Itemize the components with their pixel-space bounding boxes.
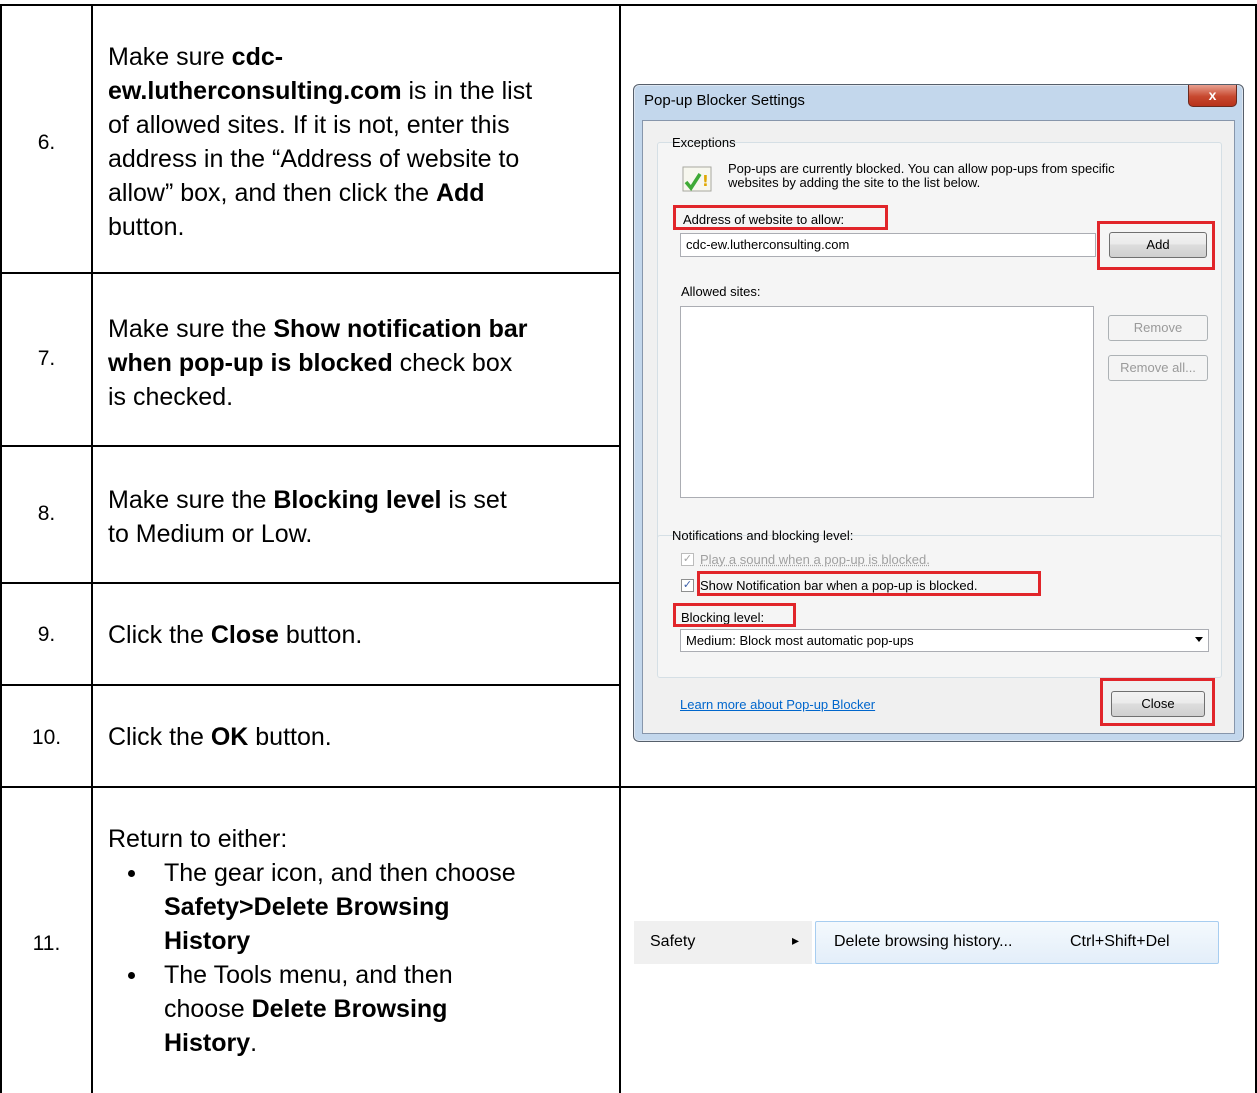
close-icon[interactable]: x [1188, 85, 1237, 107]
show-bar-checkbox[interactable]: ✓ [681, 579, 694, 592]
list-item: The gear icon, and then choose Safety>De… [128, 856, 516, 958]
info-line: websites by adding the site to the list … [728, 175, 981, 190]
column-divider [91, 4, 93, 1093]
blocking-level-select[interactable]: Medium: Block most automatic pop-ups [680, 629, 1209, 652]
row-divider [0, 684, 620, 686]
row-divider [0, 445, 620, 447]
text: button. [108, 213, 185, 241]
step-11-text: Return to either: The gear icon, and the… [108, 822, 516, 1060]
bold-text: History [164, 927, 251, 955]
text: button. [248, 723, 332, 751]
bullet-icon [128, 870, 135, 877]
step-8-text: Make sure the Blocking level is set to M… [108, 483, 507, 551]
address-input[interactable]: cdc-ew.lutherconsulting.com [680, 233, 1096, 257]
text: choose [164, 995, 252, 1023]
text: Make sure the [108, 315, 274, 343]
dialog-title: Pop-up Blocker Settings [644, 92, 805, 109]
menu-item-safety[interactable]: Safety ▸ [634, 921, 812, 964]
allowed-sites-list[interactable] [680, 306, 1094, 498]
address-value: cdc-ew.lutherconsulting.com [686, 237, 850, 252]
row-divider [0, 786, 1257, 788]
info-line: Pop-ups are currently blocked. You can a… [728, 161, 1115, 176]
highlight-box [1097, 221, 1215, 270]
popup-blocker-dialog: Pop-up Blocker Settings x Exceptions ! P… [633, 84, 1244, 742]
highlight-box [673, 603, 796, 627]
submenu-arrow-icon: ▸ [792, 932, 800, 948]
menu-item-delete-history[interactable]: Delete browsing history... Ctrl+Shift+De… [815, 921, 1219, 964]
text: . [250, 1029, 258, 1057]
step-6-text: Make sure cdc- ew.lutherconsulting.com i… [108, 40, 532, 244]
bold-text: Show notification bar [273, 315, 528, 343]
text: The Tools menu, and then [164, 961, 453, 989]
exceptions-label: Exceptions [672, 135, 736, 150]
menu-item-label: Safety [650, 933, 696, 950]
warning-icon: ! [681, 164, 714, 194]
bold-text: Close [210, 621, 279, 649]
allowed-sites-label: Allowed sites: [681, 284, 761, 299]
bold-text: ew.lutherconsulting.com [108, 77, 402, 105]
remove-all-button[interactable]: Remove all... [1108, 355, 1208, 381]
step-number: 8. [37, 502, 56, 525]
step-number: 6. [37, 131, 56, 154]
step-7-text: Make sure the Show notification bar when… [108, 312, 528, 414]
table-border-top [0, 4, 1257, 6]
text: Make sure [108, 43, 232, 71]
column-divider [619, 4, 621, 1093]
row-divider [0, 272, 620, 274]
highlight-box [673, 205, 888, 230]
text: allow” box, and then click the [108, 179, 436, 207]
learn-more-link[interactable]: Learn more about Pop-up Blocker [680, 697, 875, 712]
text: Make sure the [108, 486, 274, 514]
step-number: 10. [31, 726, 62, 749]
text: check box [392, 349, 513, 377]
dialog-body: Exceptions ! Pop-ups are currently block… [642, 120, 1235, 734]
chevron-down-icon [1195, 637, 1203, 642]
table-border-left [0, 4, 2, 1093]
text: The gear icon, and then choose [164, 859, 516, 887]
step-9-text: Click the Close button. [108, 618, 362, 652]
text: Click the [108, 621, 211, 649]
highlight-box [1100, 678, 1215, 726]
list-item: The Tools menu, and then choose Delete B… [128, 958, 516, 1060]
play-sound-checkbox[interactable]: ✓ [681, 553, 694, 566]
bold-text: Add [435, 179, 485, 207]
bold-text: OK [210, 723, 249, 751]
text: is set [441, 486, 507, 514]
bold-text: when pop-up is blocked [108, 349, 393, 377]
svg-text:!: ! [702, 172, 709, 190]
step-number: 9. [37, 623, 56, 646]
text: Click the [108, 723, 211, 751]
step-10-text: Click the OK button. [108, 720, 332, 754]
text: is in the list [401, 77, 533, 105]
notifications-label: Notifications and blocking level: [672, 528, 854, 543]
bold-text: Safety>Delete Browsing [164, 893, 450, 921]
play-sound-label: Play a sound when a pop-up is blocked. [700, 552, 930, 567]
highlight-box [697, 571, 1041, 596]
text: to Medium or Low. [108, 520, 313, 548]
row-divider [0, 582, 620, 584]
remove-button[interactable]: Remove [1108, 315, 1208, 341]
text: is checked. [108, 383, 234, 411]
bold-text: Blocking level [273, 486, 442, 514]
text: of allowed sites. If it is not, enter th… [108, 111, 510, 139]
bold-text: Delete Browsing [251, 995, 448, 1023]
bold-text: cdc- [231, 43, 284, 71]
bullet-icon [128, 972, 135, 979]
bullet-list: The gear icon, and then choose Safety>De… [108, 856, 516, 1060]
text: button. [278, 621, 363, 649]
step-number: 7. [37, 347, 56, 370]
menu-shortcut: Ctrl+Shift+Del [1070, 933, 1170, 950]
step-number: 11. [32, 932, 61, 955]
bold-text: History [164, 1029, 251, 1057]
text: Return to either: [108, 825, 288, 853]
text: address in the “Address of website to [108, 145, 520, 173]
menu-item-label: Delete browsing history... [834, 933, 1013, 950]
blocking-level-value: Medium: Block most automatic pop-ups [686, 633, 914, 648]
